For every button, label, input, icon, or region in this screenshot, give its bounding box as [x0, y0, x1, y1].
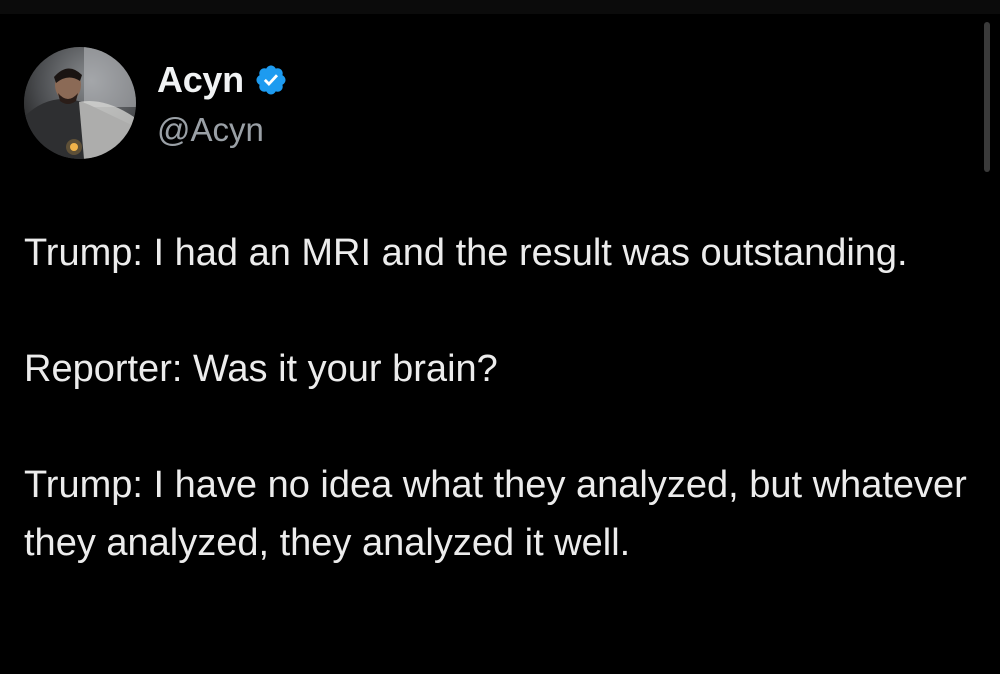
- tweet-text: Trump: I had an MRI and the result was o…: [24, 224, 974, 572]
- avatar[interactable]: [24, 47, 136, 159]
- author-name-row[interactable]: Acyn: [157, 58, 288, 102]
- avatar-image: [24, 47, 136, 159]
- author-handle[interactable]: @Acyn: [157, 108, 264, 152]
- author-display-name[interactable]: Acyn: [157, 58, 244, 102]
- verified-badge-icon: [254, 63, 288, 97]
- tweet-paragraph: Trump: I had an MRI and the result was o…: [24, 232, 908, 274]
- tweet-paragraph: Reporter: Was it your brain?: [24, 348, 498, 390]
- scrollbar[interactable]: [984, 22, 990, 172]
- tweet-paragraph: Trump: I have no idea what they analyzed…: [24, 464, 967, 564]
- window-top-strip: [0, 0, 1000, 14]
